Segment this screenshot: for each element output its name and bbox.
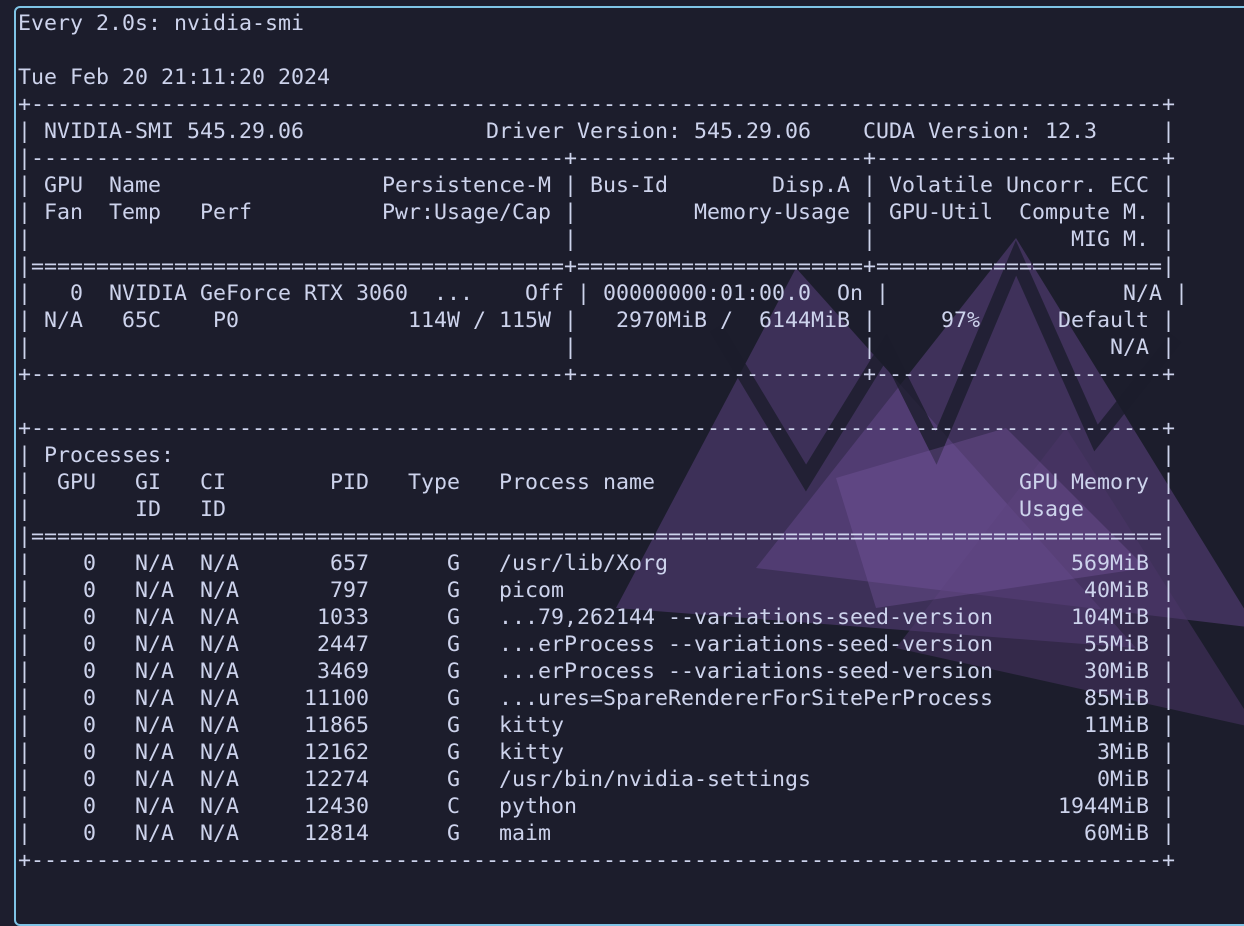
gpu-row: | N/A 65C P0 114W / 115W | 2970MiB / 614…: [18, 308, 1176, 333]
gpu-table-bottom: +---------------------------------------…: [18, 362, 1176, 387]
process-row: | 0 N/A N/A 12814 G maim 60MiB |: [18, 821, 1176, 846]
watch-header: Every 2.0s: nvidia-smi: [18, 11, 305, 36]
gpu-header-divider: |=======================================…: [18, 254, 1176, 279]
gpu-header-row: | Fan Temp Perf Pwr:Usage/Cap | Memory-U…: [18, 200, 1176, 225]
process-header-row: | ID ID Usage |: [18, 497, 1176, 522]
process-row: | 0 N/A N/A 11865 G kitty 11MiB |: [18, 713, 1176, 738]
terminal-output[interactable]: Every 2.0s: nvidia-smi Tue Feb 20 21:11:2…: [18, 10, 1188, 874]
table-section-separator: |---------------------------------------…: [18, 146, 1176, 171]
smi-version-line: | NVIDIA-SMI 545.29.06 Driver Version: 5…: [18, 119, 1176, 144]
process-header-divider: |=======================================…: [18, 524, 1176, 549]
process-row: | 0 N/A N/A 657 G /usr/lib/Xorg 569MiB |: [18, 551, 1176, 576]
process-row: | 0 N/A N/A 3469 G ...erProcess --variat…: [18, 659, 1176, 684]
gpu-row: | 0 NVIDIA GeForce RTX 3060 ... Off | 00…: [18, 281, 1189, 306]
processes-title: | Processes: |: [18, 443, 1176, 468]
process-row: | 0 N/A N/A 12430 C python 1944MiB |: [18, 794, 1176, 819]
terminal-window[interactable]: Every 2.0s: nvidia-smi Tue Feb 20 21:11:2…: [14, 6, 1244, 926]
gpu-header-row: | | | MIG M. |: [18, 227, 1176, 252]
process-table-top: +---------------------------------------…: [18, 416, 1176, 441]
table-border-top: +---------------------------------------…: [18, 92, 1176, 117]
process-row: | 0 N/A N/A 12274 G /usr/bin/nvidia-sett…: [18, 767, 1176, 792]
process-row: | 0 N/A N/A 2447 G ...erProcess --variat…: [18, 632, 1176, 657]
process-row: | 0 N/A N/A 797 G picom 40MiB |: [18, 578, 1176, 603]
timestamp: Tue Feb 20 21:11:20 2024: [18, 65, 331, 90]
process-header-row: | GPU GI CI PID Type Process name GPU Me…: [18, 470, 1176, 495]
process-row: | 0 N/A N/A 12162 G kitty 3MiB |: [18, 740, 1176, 765]
process-row: | 0 N/A N/A 1033 G ...79,262144 --variat…: [18, 605, 1176, 630]
process-table-bottom: +---------------------------------------…: [18, 848, 1176, 873]
gpu-row: | | | N/A |: [18, 335, 1176, 360]
gpu-header-row: | GPU Name Persistence-M | Bus-Id Disp.A…: [18, 173, 1176, 198]
process-row: | 0 N/A N/A 11100 G ...ures=SpareRendere…: [18, 686, 1176, 711]
